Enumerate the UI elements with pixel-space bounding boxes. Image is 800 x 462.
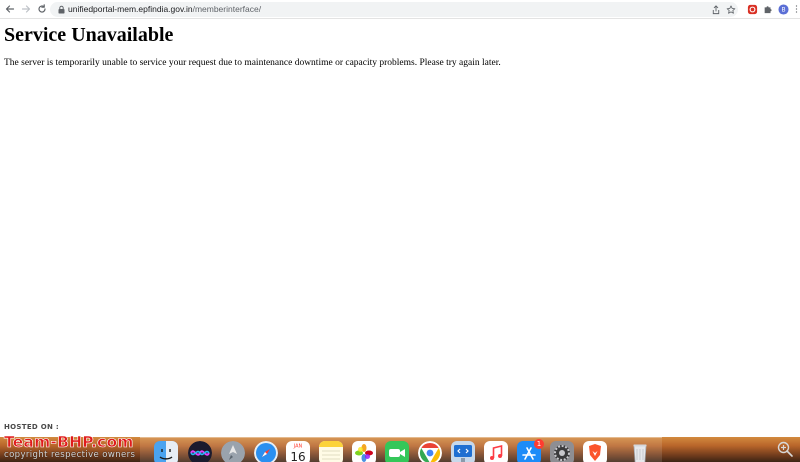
- zoom-magnifier-icon[interactable]: [776, 440, 794, 458]
- photos-icon[interactable]: [352, 441, 376, 462]
- logo-text: Team-BHP.com: [4, 433, 134, 450]
- brave-icon[interactable]: [583, 441, 607, 462]
- calendar-month: JAN: [293, 444, 303, 450]
- error-message: The server is temporarily unable to serv…: [4, 58, 501, 68]
- more-menu-icon[interactable]: [790, 3, 800, 15]
- star-bookmark-icon[interactable]: [725, 4, 736, 15]
- page-title: Service Unavailable: [4, 24, 174, 46]
- calendar-day: 16: [290, 450, 305, 462]
- facetime-icon[interactable]: [385, 441, 409, 462]
- page-content: Service Unavailable The server is tempor…: [4, 21, 794, 69]
- system-preferences-icon[interactable]: [550, 441, 574, 462]
- browser-toolbar: unifiedportal-mem.epfindia.gov.in/member…: [0, 0, 800, 19]
- profile-avatar[interactable]: B: [777, 3, 789, 15]
- profile-initial: B: [781, 6, 785, 13]
- forward-arrow-icon[interactable]: [20, 3, 32, 15]
- team-bhp-logo: Team-BHP.com: [4, 433, 134, 450]
- trash-icon[interactable]: [628, 441, 652, 462]
- hosted-on-label: HOSTED ON :: [4, 423, 60, 431]
- launchpad-icon[interactable]: [221, 441, 245, 462]
- back-arrow-icon[interactable]: [4, 3, 16, 15]
- reload-icon[interactable]: [36, 3, 48, 15]
- url-path: /memberinterface/: [192, 4, 262, 14]
- red-extension-icon[interactable]: [746, 3, 758, 15]
- app-store-badge: 1: [534, 439, 544, 449]
- siri-icon[interactable]: [188, 441, 212, 462]
- xcode-preview-icon[interactable]: [451, 441, 475, 462]
- notes-icon[interactable]: [319, 441, 343, 462]
- share-icon[interactable]: [710, 4, 721, 15]
- puzzle-extensions-icon[interactable]: [762, 3, 774, 15]
- music-icon[interactable]: [484, 441, 508, 462]
- safari-icon[interactable]: [254, 441, 278, 462]
- lock-icon[interactable]: [57, 5, 66, 14]
- url-host: unifiedportal-mem.epfindia.gov.in: [68, 4, 193, 14]
- url-text[interactable]: unifiedportal-mem.epfindia.gov.in/member…: [68, 3, 261, 16]
- chrome-icon[interactable]: [418, 441, 442, 462]
- calendar-icon[interactable]: JAN 16: [286, 441, 310, 462]
- address-bar[interactable]: unifiedportal-mem.epfindia.gov.in/member…: [50, 2, 738, 17]
- copyright-text: copyright respective owners: [4, 450, 136, 460]
